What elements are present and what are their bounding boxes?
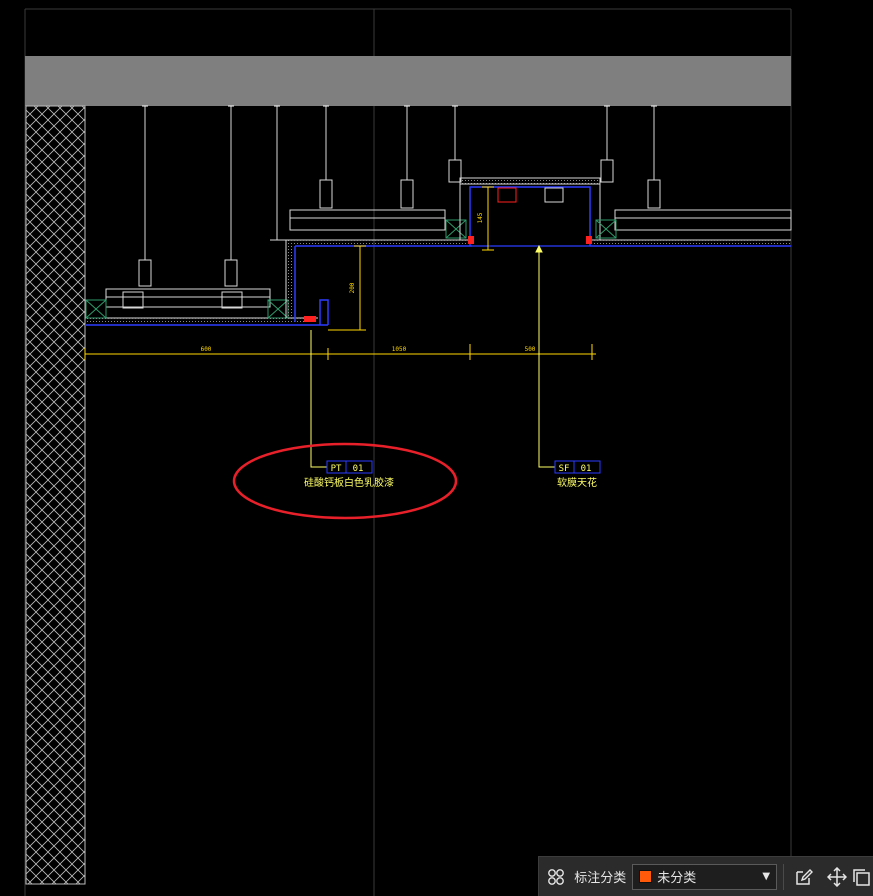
leader-lines [310, 244, 555, 468]
drop-wall [285, 240, 316, 322]
tag-pt-description: 硅酸钙板白色乳胶漆 [304, 476, 394, 489]
tag-sf-code: SF [559, 464, 570, 474]
viewport-border [24, 8, 792, 896]
board-layer-right [592, 240, 791, 245]
horizontal-dimensions [84, 344, 596, 360]
dimension-recess-depth: 145 [477, 212, 484, 223]
chevron-down-icon: ▼ [762, 871, 771, 882]
grid-view-icon[interactable] [539, 858, 572, 896]
dimension-vertical-drop: 200 [349, 282, 356, 293]
category-select-value: 未分类 [657, 871, 697, 886]
edit-note-icon[interactable] [787, 858, 820, 896]
finish-lip-lower [319, 299, 329, 325]
toolbar-divider [783, 863, 785, 890]
copy-icon[interactable] [853, 858, 873, 896]
dimension-left-span: 600 [201, 346, 212, 353]
upper-ceiling-framing [270, 179, 470, 241]
tag-sf-number: 01 [581, 464, 592, 474]
category-select[interactable]: 未分类 ▼ [632, 863, 778, 890]
dimension-middle-span: 1050 [392, 346, 407, 353]
material-tag-pt[interactable]: PT 01 硅酸钙板白色乳胶漆 [304, 460, 394, 489]
lower-ceiling-framing [85, 259, 318, 319]
tag-pt-code: PT [331, 464, 342, 474]
dimension-right-span: 500 [525, 346, 536, 353]
category-label: 标注分类 [574, 871, 627, 886]
cad-drawing-canvas[interactable]: 200 145 600 1050 500 PT 01 硅酸钙板白色乳胶漆 SF … [0, 0, 873, 896]
right-ceiling-framing [592, 179, 792, 241]
hatched-wall [25, 105, 86, 885]
material-tag-sf[interactable]: SF 01 软膜天花 [554, 460, 601, 489]
category-color-swatch [639, 870, 653, 883]
board-layer-lower [85, 318, 317, 324]
tag-pt-number: 01 [353, 464, 364, 474]
concrete-slab [25, 56, 791, 106]
board-layer-upper [290, 240, 470, 245]
tag-sf-description: 软膜天花 [557, 476, 597, 489]
move-icon[interactable] [820, 858, 853, 896]
annotation-toolbar: 标注分类 未分类 ▼ [538, 856, 873, 896]
soft-film-recess [448, 159, 614, 247]
